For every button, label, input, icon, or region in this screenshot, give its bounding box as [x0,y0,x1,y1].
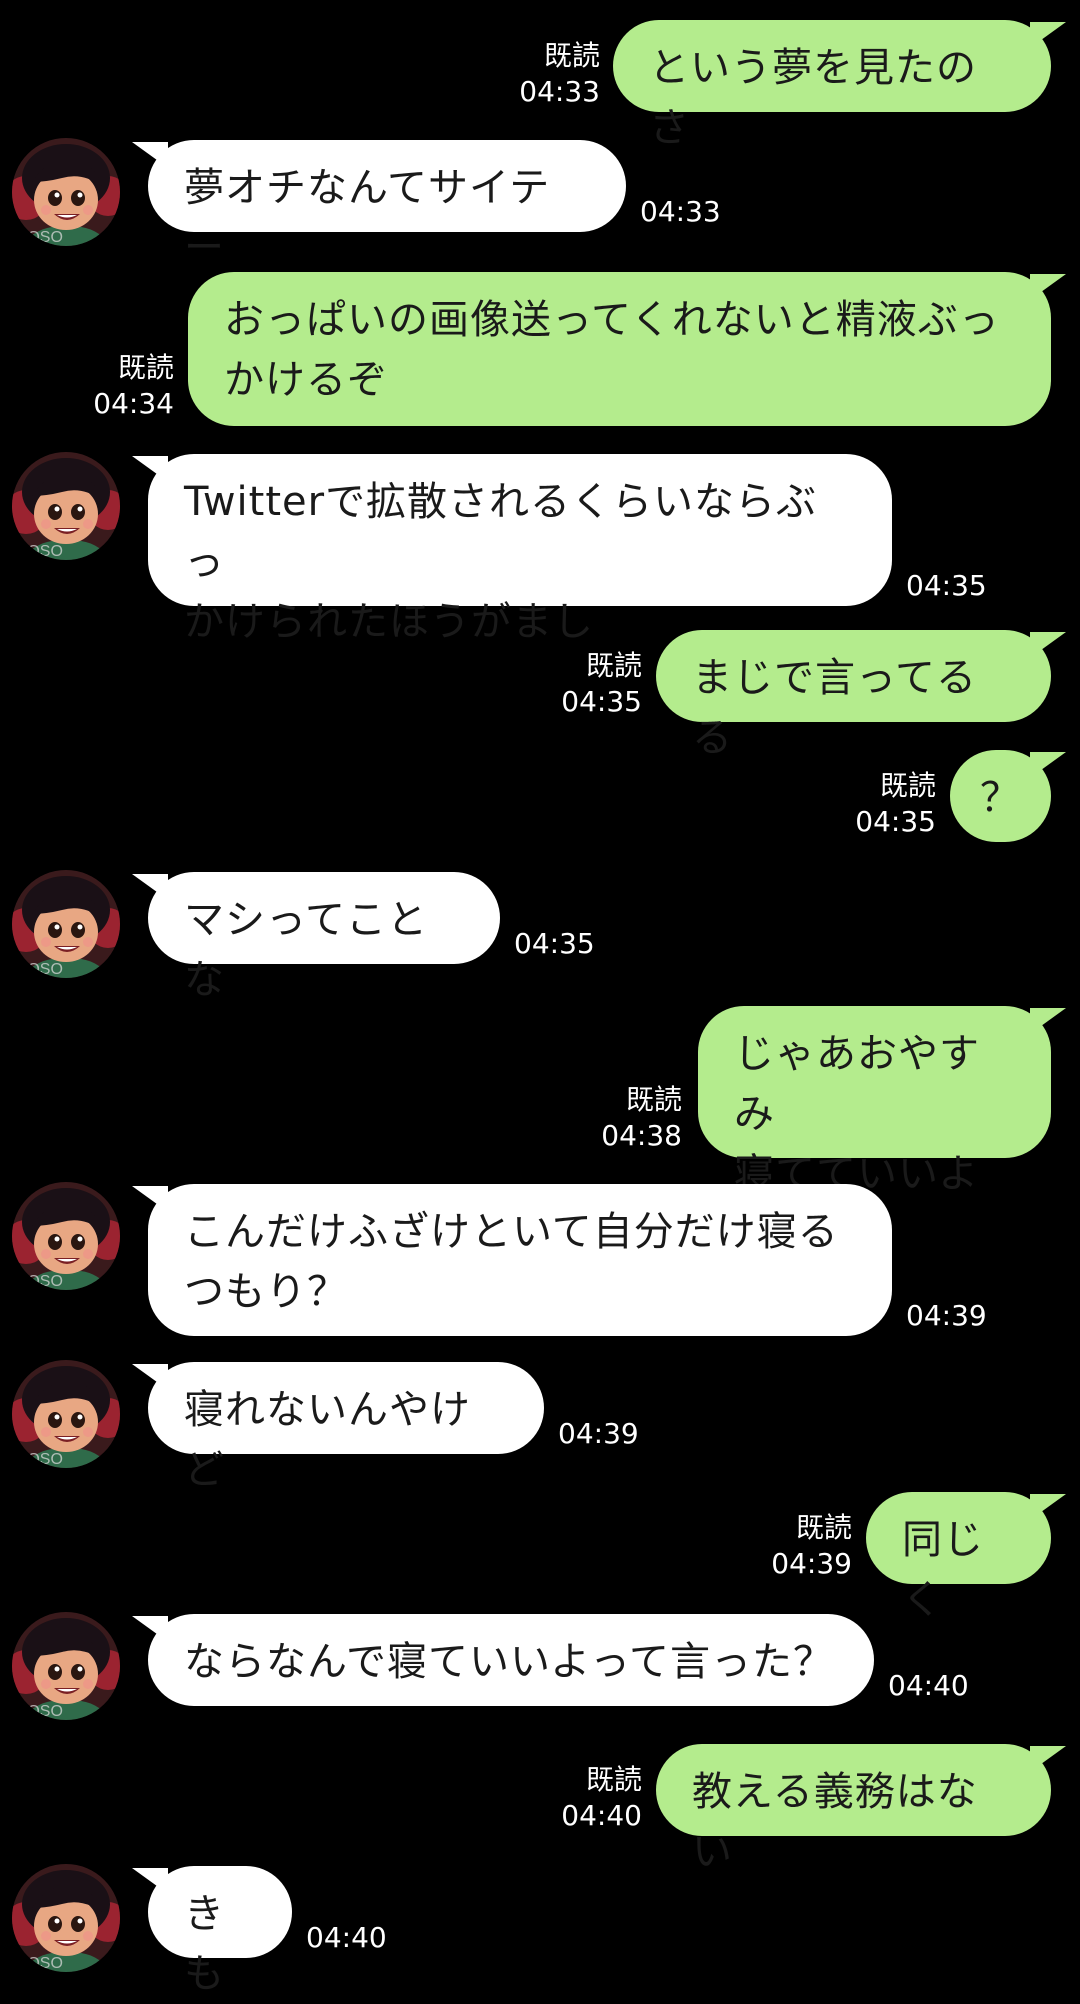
message-time: 04:35 [514,927,595,960]
avatar-image: MOSO [12,870,120,978]
avatar-image: MOSO [12,1360,120,1468]
read-receipt: 既読 [625,1083,682,1116]
avatar[interactable]: MOSO [12,1182,120,1290]
avatar-image: MOSO [12,1864,120,1972]
read-receipt: 既読 [585,1763,642,1796]
message-time: 04:33 [640,195,721,228]
message-meta: 既読 04:35 [836,768,936,840]
avatar-image: MOSO [12,138,120,246]
message-time: 04:35 [906,569,987,602]
message-time: 04:34 [93,387,174,420]
message-meta: 既読 04:33 [500,38,600,110]
avatar-watermark: MOSO [14,543,63,560]
read-receipt: 既読 [117,351,174,384]
avatar[interactable]: MOSO [12,452,120,560]
avatar-watermark: MOSO [14,1955,63,1972]
message-time: 04:35 [855,805,936,838]
outgoing-message-bubble[interactable]: 同じく [866,1492,1051,1623]
read-receipt: 既読 [879,769,936,802]
avatar-image: MOSO [12,452,120,560]
outgoing-message-bubble[interactable]: ？ [950,750,1051,842]
message-meta: 既読 04:35 [542,648,642,720]
outgoing-message-bubble[interactable]: じゃあおやすみ 寝てていいよ [698,1006,1051,1197]
read-receipt: 既読 [543,39,600,72]
avatar[interactable]: MOSO [12,1612,120,1720]
message-time: 04:38 [601,1119,682,1152]
message-meta: 既読 04:40 [542,1762,642,1834]
message-time: 04:39 [771,1547,852,1580]
avatar-watermark: MOSO [14,961,63,978]
avatar-image: MOSO [12,1182,120,1290]
incoming-message-bubble[interactable]: こんだけふざけといて自分だけ寝る つもり？ [148,1184,892,1336]
outgoing-message-bubble[interactable]: という夢を見たのさ [613,20,1051,151]
incoming-message-bubble[interactable]: Twitterで拡散されるくらいならぶっ かけられたほうがまし [148,454,892,645]
avatar[interactable]: MOSO [12,1360,120,1468]
message-time: 04:39 [558,1417,639,1450]
message-time: 04:40 [306,1921,387,1954]
avatar-watermark: MOSO [14,1273,63,1290]
incoming-message-bubble[interactable]: ならなんで寝ていいよって言った？ [148,1614,874,1706]
incoming-message-bubble[interactable]: 夢オチなんてサイテー [148,140,626,271]
avatar-watermark: MOSO [14,1703,63,1720]
message-meta: 既読 04:39 [752,1510,852,1582]
message-time: 04:39 [906,1299,987,1332]
read-receipt: 既読 [795,1511,852,1544]
incoming-message-bubble[interactable]: きも [148,1866,292,1997]
avatar[interactable]: MOSO [12,138,120,246]
outgoing-message-bubble[interactable]: 教える義務はない [656,1744,1051,1875]
avatar-watermark: MOSO [14,229,63,246]
message-meta: 既読 04:38 [582,1082,682,1154]
avatar[interactable]: MOSO [12,1864,120,1972]
outgoing-message-bubble[interactable]: おっぱいの画像送ってくれないと精液ぶっ かけるぞ [188,272,1051,426]
message-time: 04:33 [519,75,600,108]
message-time: 04:35 [561,685,642,718]
outgoing-message-bubble[interactable]: まじで言ってるる [656,630,1051,761]
incoming-message-bubble[interactable]: 寝れないんやけど [148,1362,544,1493]
message-time: 04:40 [561,1799,642,1832]
message-time: 04:40 [888,1669,969,1702]
avatar-image: MOSO [12,1612,120,1720]
avatar-watermark: MOSO [14,1451,63,1468]
message-meta: 既読 04:34 [72,350,174,422]
read-receipt: 既読 [585,649,642,682]
avatar[interactable]: MOSO [12,870,120,978]
incoming-message-bubble[interactable]: マシってことな [148,872,500,1003]
